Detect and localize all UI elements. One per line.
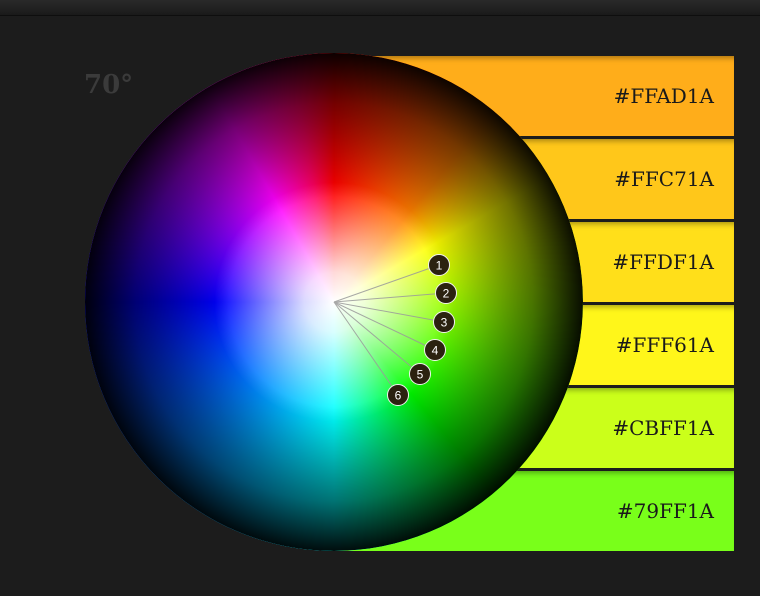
marker-number-1: 1 <box>436 259 443 273</box>
marker-number-3: 3 <box>441 316 448 330</box>
top-bar <box>0 0 760 16</box>
swatch-hex-1: #FFAD1A <box>613 84 714 108</box>
marker-number-2: 2 <box>443 287 450 301</box>
marker-number-5: 5 <box>417 368 424 382</box>
color-wheel[interactable] <box>85 53 583 551</box>
color-marker-3[interactable]: 3 <box>433 311 455 333</box>
swatch-hex-5: #CBFF1A <box>612 416 714 440</box>
color-marker-6[interactable]: 6 <box>387 384 409 406</box>
swatch-hex-2: #FFC71A <box>614 167 714 191</box>
swatch-hex-3: #FFDF1A <box>612 250 714 274</box>
color-marker-5[interactable]: 5 <box>409 363 431 385</box>
marker-number-4: 4 <box>432 344 439 358</box>
marker-number-6: 6 <box>395 389 402 403</box>
hue-angle-label: 70° <box>84 70 134 100</box>
color-marker-2[interactable]: 2 <box>435 282 457 304</box>
swatch-hex-4: #FFF61A <box>615 333 714 357</box>
color-marker-1[interactable]: 1 <box>428 254 450 276</box>
color-marker-4[interactable]: 4 <box>424 339 446 361</box>
swatch-hex-6: #79FF1A <box>616 499 714 523</box>
